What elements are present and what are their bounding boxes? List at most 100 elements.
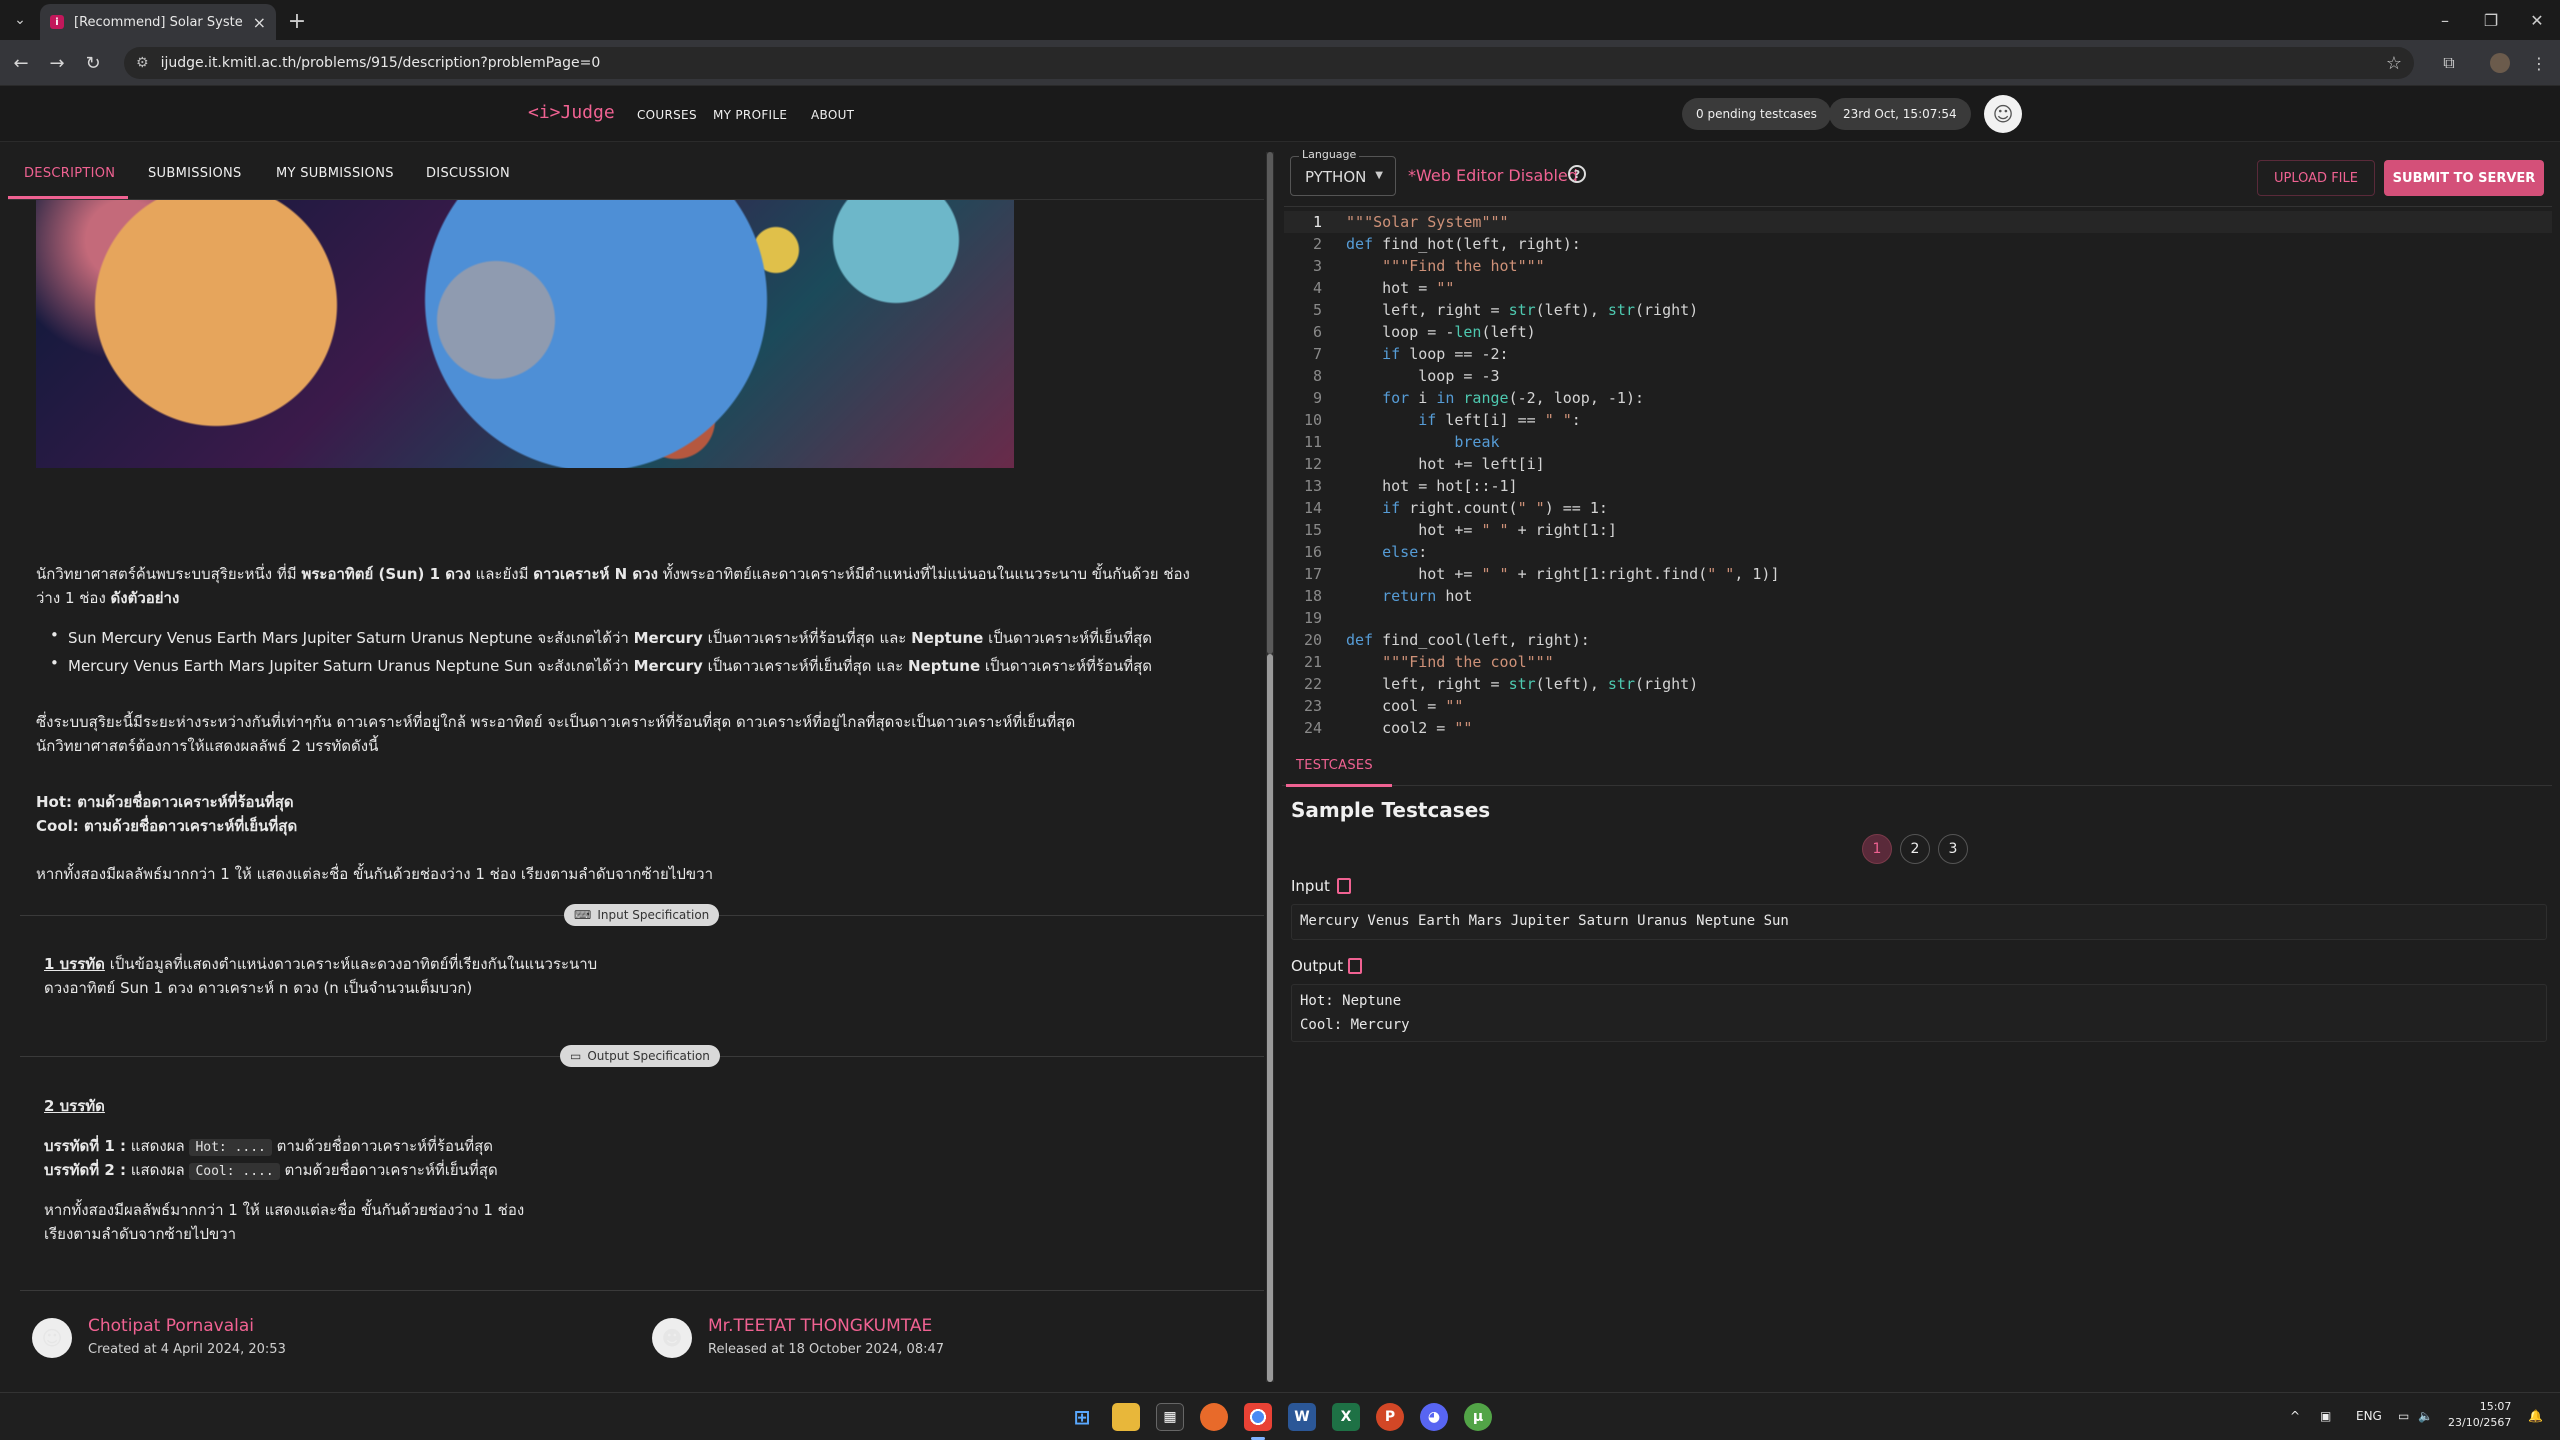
line-number: 3 bbox=[1312, 257, 1322, 275]
line-number: 12 bbox=[1303, 455, 1322, 473]
code-text: left, right = str(left), str(right) bbox=[1346, 301, 1699, 319]
discord-icon[interactable]: ◕ bbox=[1420, 1403, 1448, 1431]
line-number: 2 bbox=[1312, 235, 1322, 253]
line-number: 9 bbox=[1312, 389, 1322, 407]
language-value: PYTHON bbox=[1305, 168, 1367, 186]
reload-icon[interactable]: ↻ bbox=[80, 50, 106, 76]
output-note-2: เรียงตามลำดับจากซ้ายไปขวา bbox=[44, 1225, 237, 1243]
nav-courses[interactable]: COURSES bbox=[637, 108, 697, 122]
copy-output-icon[interactable] bbox=[1348, 958, 1362, 974]
chrome-icon[interactable] bbox=[1244, 1403, 1272, 1431]
restore-button[interactable]: ❐ bbox=[2476, 8, 2506, 32]
minimize-button[interactable]: – bbox=[2430, 8, 2460, 32]
tab-description[interactable]: DESCRIPTION bbox=[24, 166, 115, 181]
testcases-tab-indicator bbox=[1286, 784, 1392, 787]
omnibox[interactable]: ⚙ ijudge.it.kmitl.ac.th/problems/915/des… bbox=[124, 47, 2414, 79]
submit-to-server-button[interactable]: SUBMIT TO SERVER bbox=[2384, 160, 2544, 196]
code-text: for i in range(-2, loop, -1): bbox=[1382, 389, 1645, 407]
volume-icon[interactable]: 🔈 bbox=[2418, 1409, 2433, 1423]
code-line: 12 hot += left[i] bbox=[1284, 453, 2552, 475]
output-label: Output bbox=[1291, 957, 1344, 975]
close-tab-icon[interactable]: × bbox=[253, 13, 266, 32]
testcase-page-2[interactable]: 2 bbox=[1900, 834, 1930, 864]
notification-bell-icon[interactable]: 🔔 bbox=[2528, 1409, 2543, 1423]
tab-search-button[interactable]: ⌄ bbox=[8, 8, 32, 32]
web-editor-disabled-note: *Web Editor Disabled bbox=[1408, 166, 1578, 185]
network-icon[interactable]: ▭ bbox=[2398, 1409, 2409, 1423]
cool-rule: Cool: ตามด้วยชื่อดาวเคราะห์ที่เย็นที่สุด bbox=[36, 817, 298, 835]
extensions-icon[interactable]: ⧉ bbox=[2436, 50, 2462, 76]
author1-name[interactable]: Chotipat Pornavalai bbox=[88, 1316, 254, 1336]
code-text: cool2 = "" bbox=[1346, 719, 1473, 737]
tray-app-icon[interactable]: ▣ bbox=[2320, 1409, 2331, 1423]
line-number: 5 bbox=[1312, 301, 1322, 319]
code-line: 4 hot = "" bbox=[1284, 277, 2552, 299]
powerpoint-icon[interactable]: P bbox=[1376, 1403, 1404, 1431]
line-number: 15 bbox=[1303, 521, 1322, 539]
scrollbar-track-top bbox=[1267, 152, 1273, 654]
sample-output-line-2: Cool: Mercury bbox=[1300, 1017, 1410, 1033]
ijudge-logo[interactable]: <i>Judge bbox=[528, 102, 615, 123]
panel-scrollbar[interactable] bbox=[1266, 152, 1274, 1382]
testcase-page-3[interactable]: 3 bbox=[1938, 834, 1968, 864]
language-select[interactable]: Language PYTHON ▼ bbox=[1290, 148, 1396, 196]
code-line: 3 """Find the hot""" bbox=[1284, 255, 2552, 277]
author2-name[interactable]: Mr.TEETAT THONGKUMTAE bbox=[708, 1316, 932, 1336]
input-spec-chip: ⌨ Input Specification bbox=[564, 904, 720, 926]
example-bullet-2: Mercury Venus Earth Mars Jupiter Saturn … bbox=[50, 654, 1152, 678]
address-bar-row: ← → ↻ ⚙ ijudge.it.kmitl.ac.th/problems/9… bbox=[0, 40, 2560, 86]
start-icon[interactable]: ⊞ bbox=[1068, 1403, 1096, 1431]
browser-menu-icon[interactable]: ⋮ bbox=[2526, 50, 2552, 76]
tray-chevron-icon[interactable]: ^ bbox=[2290, 1409, 2300, 1423]
line-number: 19 bbox=[1303, 609, 1322, 627]
new-tab-button[interactable]: + bbox=[284, 8, 310, 34]
code-line: 17 hot += " " + right[1:right.find(" ", … bbox=[1284, 563, 2552, 585]
upload-file-button[interactable]: UPLOAD FILE bbox=[2257, 160, 2375, 196]
testcase-page-1[interactable]: 1 bbox=[1862, 834, 1892, 864]
line-number: 23 bbox=[1303, 697, 1322, 715]
code-text: def find_hot(left, right): bbox=[1346, 235, 1581, 253]
input-label: Input bbox=[1291, 877, 1330, 895]
tab-title: [Recommend] Solar System - < bbox=[74, 14, 243, 30]
tab-discussion[interactable]: DISCUSSION bbox=[426, 166, 510, 181]
code-line: 21 """Find the cool""" bbox=[1284, 651, 2552, 673]
dropdown-caret-icon: ▼ bbox=[1375, 170, 1383, 181]
clock-time: 15:07 bbox=[2479, 1400, 2512, 1413]
code-line: 13 hot = hot[::-1] bbox=[1284, 475, 2552, 497]
tab-testcases[interactable]: TESTCASES bbox=[1296, 758, 1373, 773]
forward-icon[interactable]: → bbox=[44, 50, 70, 76]
line-number: 13 bbox=[1303, 477, 1322, 495]
system-clock[interactable]: 15:07 23/10/2567 bbox=[2448, 1399, 2511, 1431]
file-explorer-icon[interactable] bbox=[1112, 1403, 1140, 1431]
close-window-button[interactable]: ✕ bbox=[2522, 8, 2552, 32]
tab-submissions[interactable]: SUBMISSIONS bbox=[148, 166, 242, 181]
output-spec-line-1: บรรทัดที่ 1 : แสดงผล Hot: .... ตามด้วยชื… bbox=[44, 1137, 494, 1156]
word-icon[interactable]: W bbox=[1288, 1403, 1316, 1431]
input-language[interactable]: ENG bbox=[2356, 1409, 2382, 1423]
profile-avatar[interactable] bbox=[2490, 53, 2510, 73]
store-icon[interactable]: ▦ bbox=[1156, 1403, 1184, 1431]
utorrent-icon[interactable]: µ bbox=[1464, 1403, 1492, 1431]
browser-tab[interactable]: i [Recommend] Solar System - < × bbox=[40, 4, 276, 40]
line-number: 14 bbox=[1303, 499, 1322, 517]
example-bullet-1: Sun Mercury Venus Earth Mars Jupiter Sat… bbox=[50, 626, 1152, 650]
nav-my-profile[interactable]: MY PROFILE bbox=[713, 108, 787, 122]
app-header: <i>Judge COURSES MY PROFILE ABOUT 0 pend… bbox=[0, 86, 2560, 142]
problem-tabs: DESCRIPTION SUBMISSIONS MY SUBMISSIONS D… bbox=[8, 152, 1264, 200]
nav-about[interactable]: ABOUT bbox=[811, 108, 854, 122]
excel-icon[interactable]: X bbox=[1332, 1403, 1360, 1431]
author2-avatar: ☻ bbox=[652, 1318, 692, 1358]
code-text: hot = hot[::-1] bbox=[1346, 477, 1518, 495]
user-avatar[interactable]: ☺ bbox=[1984, 95, 2022, 133]
sample-testcases-title: Sample Testcases bbox=[1291, 798, 1491, 822]
tab-my-submissions[interactable]: MY SUBMISSIONS bbox=[276, 166, 394, 181]
back-icon[interactable]: ← bbox=[8, 50, 34, 76]
site-info-icon[interactable]: ⚙ bbox=[136, 55, 149, 71]
scrollbar-thumb[interactable] bbox=[1267, 654, 1273, 1382]
firefox-icon[interactable] bbox=[1200, 1403, 1228, 1431]
copy-input-icon[interactable] bbox=[1337, 878, 1351, 894]
code-line: 11 break bbox=[1284, 431, 2552, 453]
help-icon[interactable]: ? bbox=[1568, 165, 1586, 183]
bookmark-star-icon[interactable]: ☆ bbox=[2386, 53, 2402, 74]
code-text: loop = -len(left) bbox=[1346, 323, 1536, 341]
